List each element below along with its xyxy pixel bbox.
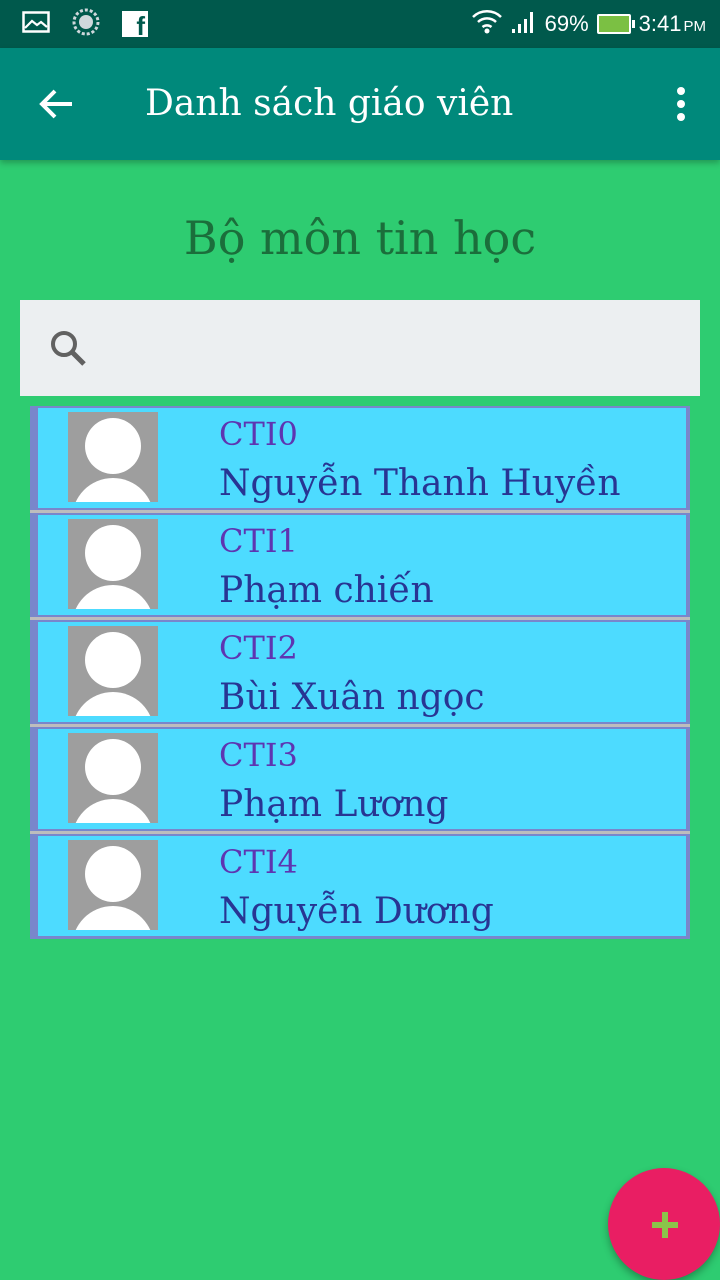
arrow-left-icon bbox=[39, 89, 72, 119]
search-bar[interactable] bbox=[20, 300, 700, 396]
list-item[interactable]: CTI2 Bùi Xuân ngọc bbox=[38, 622, 686, 722]
divider bbox=[30, 724, 690, 727]
add-teacher-button[interactable] bbox=[608, 1168, 720, 1280]
avatar bbox=[68, 626, 158, 716]
teacher-list: CTI0 Nguyễn Thanh Huyền CTI1 Phạm chiến … bbox=[30, 406, 690, 939]
status-bar-system: 69% 3:41 PM bbox=[471, 10, 706, 38]
teacher-name: Nguyễn Thanh Huyền bbox=[219, 463, 621, 504]
teacher-code: CTI0 bbox=[219, 415, 298, 453]
divider bbox=[30, 510, 690, 513]
teacher-code: CTI2 bbox=[219, 629, 298, 667]
search-input[interactable] bbox=[110, 320, 680, 376]
avatar bbox=[68, 840, 158, 930]
more-vert-icon bbox=[677, 87, 685, 95]
back-button[interactable] bbox=[28, 76, 84, 132]
avatar bbox=[68, 733, 158, 823]
loading-icon bbox=[72, 8, 100, 41]
wifi-icon bbox=[471, 7, 503, 41]
teacher-name: Bùi Xuân ngọc bbox=[219, 677, 485, 718]
battery-percent: 69% bbox=[544, 11, 589, 36]
list-item[interactable]: CTI4 Nguyễn Dương bbox=[38, 836, 686, 936]
page-title: Danh sách giáo viên bbox=[145, 83, 514, 124]
status-bar-notifications: f bbox=[22, 8, 148, 41]
battery-charging-icon bbox=[596, 14, 635, 34]
divider bbox=[30, 617, 690, 620]
teacher-name: Phạm chiến bbox=[219, 570, 434, 611]
list-item[interactable]: CTI0 Nguyễn Thanh Huyền bbox=[38, 408, 686, 508]
clock: 3:41 PM bbox=[639, 11, 706, 37]
avatar bbox=[68, 412, 158, 502]
list-item[interactable]: CTI1 Phạm chiến bbox=[38, 515, 686, 615]
department-title: Bộ môn tin học bbox=[183, 211, 537, 265]
more-vert-dot bbox=[677, 100, 685, 108]
avatar bbox=[68, 519, 158, 609]
list-item[interactable]: CTI3 Phạm Lương bbox=[38, 729, 686, 829]
more-vert-dot bbox=[677, 113, 685, 121]
clock-ampm: PM bbox=[683, 18, 707, 35]
facebook-icon: f bbox=[122, 11, 148, 37]
app-bar: Danh sách giáo viên bbox=[0, 48, 720, 160]
teacher-name: Phạm Lương bbox=[219, 784, 449, 825]
clock-time: 3:41 bbox=[638, 11, 682, 36]
teacher-name: Nguyễn Dương bbox=[219, 891, 494, 932]
image-icon bbox=[22, 10, 50, 38]
plus-icon bbox=[652, 1212, 678, 1238]
overflow-menu-button[interactable] bbox=[666, 78, 696, 130]
teacher-code: CTI1 bbox=[219, 522, 298, 560]
status-bar: f 69% 3:41 PM bbox=[0, 0, 720, 48]
teacher-code: CTI3 bbox=[219, 736, 298, 774]
search-icon bbox=[51, 331, 86, 366]
signal-icon bbox=[511, 9, 537, 39]
divider bbox=[30, 831, 690, 834]
teacher-code: CTI4 bbox=[219, 843, 298, 881]
